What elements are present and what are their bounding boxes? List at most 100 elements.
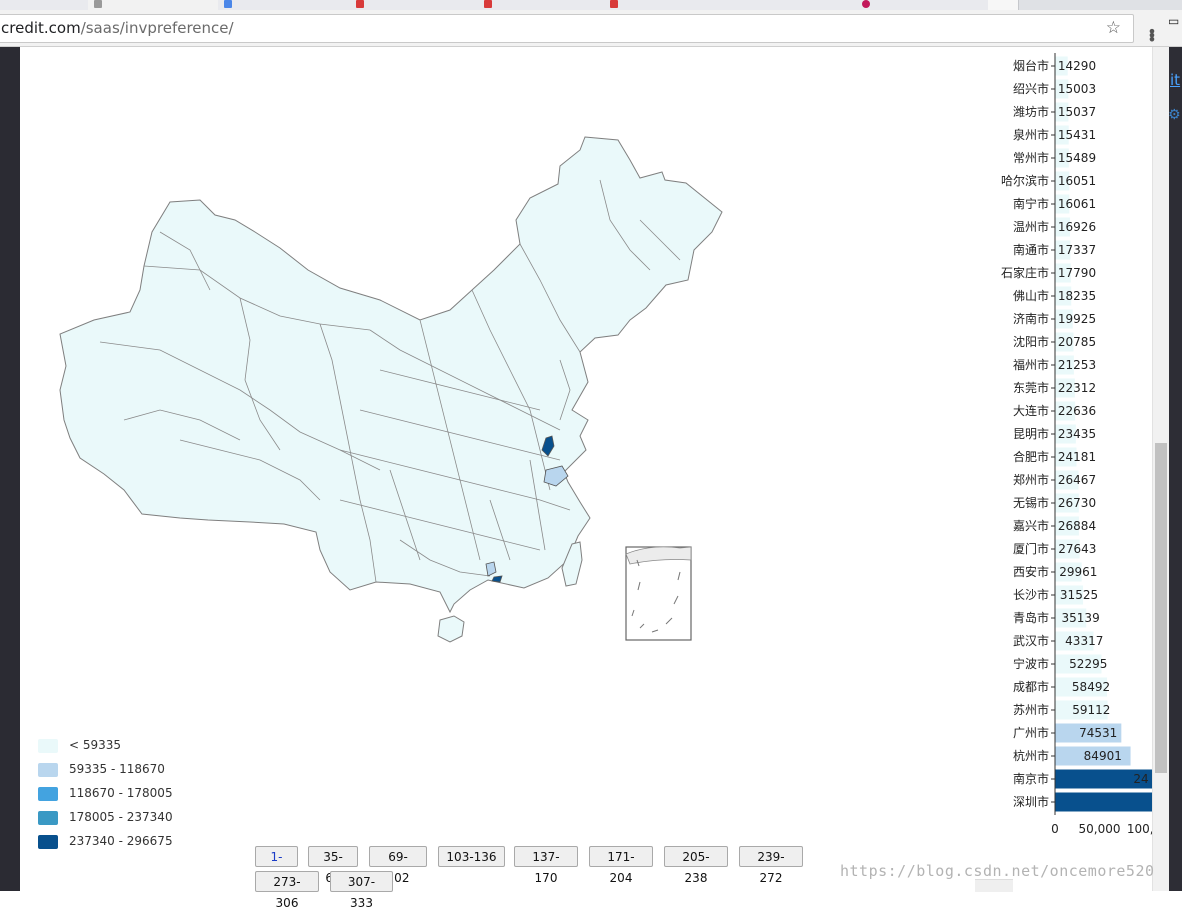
y-tick-label: 佛山市 [1013,288,1049,303]
y-tick-label: 嘉兴市 [1013,518,1049,533]
data-label: 15431 [1058,128,1096,142]
browser-tab[interactable] [218,0,351,10]
x-tick-label: 100,0 [1127,822,1152,836]
data-label: 31525 [1060,588,1098,602]
browser-tab[interactable] [856,0,989,10]
doc-icon [224,0,232,8]
corner-widget [975,879,1013,892]
data-label: 19925 [1058,312,1096,326]
menu-dots-icon[interactable]: • • • [1146,24,1158,48]
data-label: 18235 [1058,289,1096,303]
y-tick-label: 泉州市 [1013,127,1049,142]
legend-label: 237340 - 296675 [69,834,173,848]
y-tick-label: 无锡市 [1013,495,1049,510]
y-tick-label: 石家庄市 [1001,265,1049,280]
data-label: 21253 [1058,358,1096,372]
data-label: 22312 [1058,381,1096,395]
page-button-239-272[interactable]: 239-272 [739,846,803,885]
data-label: 17790 [1058,266,1096,280]
omnibox[interactable]: credit.com/saas/invpreference/ ☆ [0,14,1134,43]
data-label: 26467 [1058,473,1096,487]
data-label: 52295 [1069,657,1107,671]
tab-strip [0,0,1182,10]
y-tick-label: 常州市 [1013,150,1049,165]
y-tick-label: 福州市 [1013,357,1049,372]
y-tick-label: 长沙市 [1013,587,1049,602]
data-label: 16051 [1058,174,1096,188]
data-label: 22636 [1058,404,1096,418]
x-tick-label: 0 [1051,822,1059,836]
data-label: 15489 [1058,151,1096,165]
y-tick-label: 烟台市 [1013,58,1049,73]
china-map [59,136,723,643]
window-icon: ▭ [1168,14,1180,28]
y-tick-label: 武汉市 [1013,633,1049,648]
bar[interactable] [1055,792,1152,812]
browser-tab[interactable] [604,0,731,10]
page-button-205-238[interactable]: 205-238 [664,846,728,885]
data-label: 27643 [1058,542,1096,556]
data-label: 59112 [1072,703,1110,717]
data-label: 26884 [1058,519,1096,533]
browser-tab[interactable] [730,0,857,10]
map-region-hainan[interactable] [437,615,465,643]
page-button-103-136[interactable]: 103-136 [438,846,505,867]
site-icon [862,0,870,8]
y-tick-label: 南宁市 [1013,196,1049,211]
page-button-1-34[interactable]: 1-34 [255,846,298,885]
new-tab-button[interactable] [988,0,1019,10]
data-label: 14290 [1058,59,1096,73]
y-tick-label: 绍兴市 [1013,81,1049,96]
legend-swatch [38,787,58,801]
legend-swatch [38,763,58,777]
address-bar: credit.com/saas/invpreference/ ☆ • • • [0,10,1182,48]
right-panel-edge: it ⚙ [1168,47,1182,891]
data-label: 29961 [1059,565,1097,579]
vertical-scrollbar[interactable] [1152,47,1169,891]
browser-tab-active[interactable] [88,0,219,10]
x-tick-label: 50,000 [1079,822,1121,836]
scrollbar-thumb[interactable] [1155,443,1167,773]
page-button-307-333[interactable]: 307-333 [330,871,393,910]
browser-tab[interactable] [478,0,605,10]
y-tick-label: 青岛市 [1013,610,1049,625]
y-tick-label: 东莞市 [1013,380,1049,395]
y-tick-label: 苏州市 [1013,702,1049,717]
y-tick-label: 厦门市 [1013,541,1049,556]
data-label: 20785 [1058,335,1096,349]
map-regions [59,136,723,643]
data-label: 16926 [1058,220,1096,234]
browser-tab[interactable] [350,0,479,10]
city-bar-chart: 烟台市 14290 绍兴市 15003 潍坊市 15037 泉州市 15431 常州市 15489… [1001,53,1152,836]
legend-label: 178005 - 237340 [69,810,173,824]
y-tick-label: 合肥市 [1013,449,1049,464]
y-tick-label: 西安市 [1013,564,1049,579]
legend-swatch [38,811,58,825]
page-button-35-68[interactable]: 35-68 [308,846,358,885]
data-label: 24 [1133,772,1148,786]
y-tick-label: 沈阳市 [1013,334,1049,349]
data-label: 84901 [1084,749,1122,763]
csdn-icon [610,0,618,8]
page-icon [94,0,102,8]
data-label: 43317 [1065,634,1103,648]
data-label: 15037 [1058,105,1096,119]
page-button-273-306[interactable]: 273-306 [255,871,319,910]
map-region-mainland[interactable] [59,136,723,614]
data-label: 24181 [1058,450,1096,464]
csdn-icon [356,0,364,8]
legend-label: 59335 - 118670 [69,762,165,776]
data-label: 17337 [1058,243,1096,257]
y-tick-label: 广州市 [1013,725,1049,740]
data-label: 16061 [1058,197,1096,211]
page-button-69-102[interactable]: 69-102 [369,846,427,885]
url-text: credit.com/saas/invpreference/ [1,19,234,37]
side-link[interactable]: it [1170,71,1180,89]
page-button-137-170[interactable]: 137-170 [514,846,578,885]
page-button-171-204[interactable]: 171-204 [589,846,653,885]
browser-tab[interactable] [0,0,89,10]
bookmark-star-icon[interactable]: ☆ [1106,18,1121,38]
gear-icon[interactable]: ⚙ [1168,107,1181,123]
data-label: 26730 [1058,496,1096,510]
data-label: 23435 [1058,427,1096,441]
